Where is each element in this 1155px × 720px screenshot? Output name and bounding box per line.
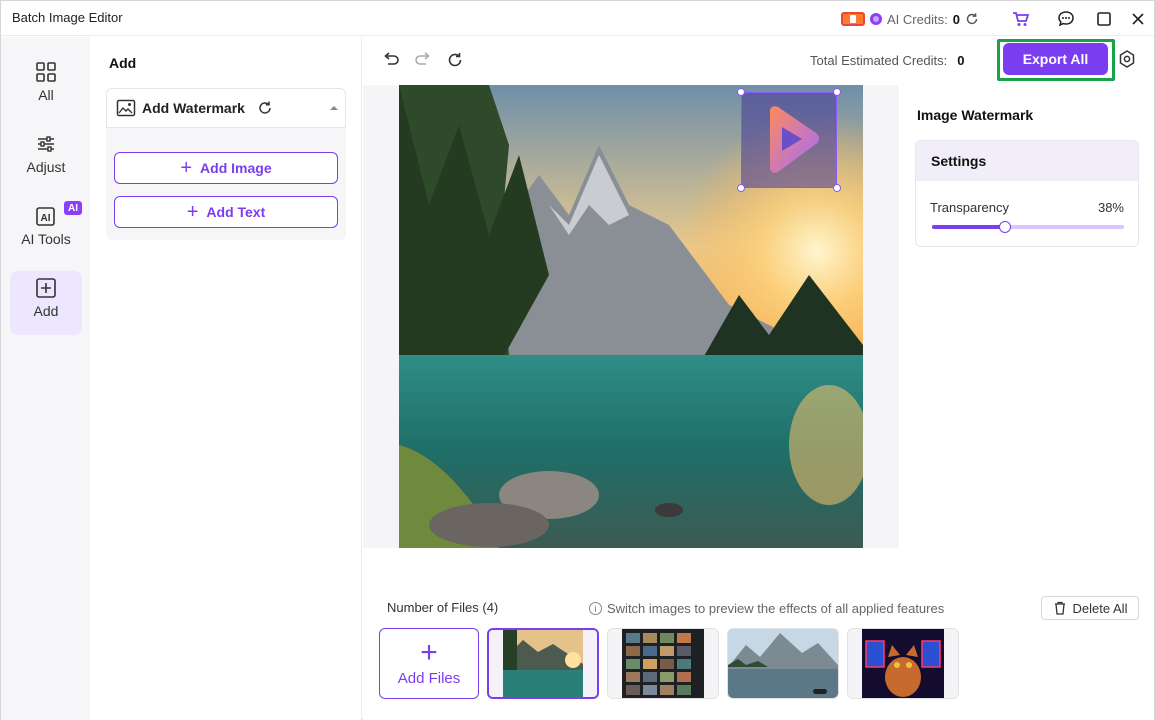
maximize-icon[interactable] — [1094, 9, 1114, 29]
redo-icon[interactable] — [412, 49, 434, 71]
add-files-button[interactable]: + Add Files — [379, 628, 479, 699]
svg-text:AI: AI — [41, 213, 51, 224]
add-square-icon — [36, 278, 56, 298]
image-preview-area — [363, 85, 899, 548]
total-estimated-credits: Total Estimated Credits: 0 — [810, 53, 965, 68]
resize-handle[interactable] — [833, 184, 841, 192]
resize-handle[interactable] — [737, 88, 745, 96]
resize-handle[interactable] — [833, 88, 841, 96]
thumbnail-image — [728, 629, 838, 698]
credits-gift-icon[interactable] — [841, 12, 865, 26]
hint-text: Switch images to preview the effects of … — [607, 601, 945, 616]
image-watermark-overlay[interactable] — [737, 88, 841, 192]
slider-fill — [932, 225, 1005, 229]
add-text-label: Add Text — [206, 204, 266, 220]
add-panel: Add Add Watermark + Add Image + Add Text — [90, 37, 362, 720]
thumbnail-image — [848, 629, 958, 698]
thumbnail-mountain-lake-scene[interactable] — [727, 628, 839, 699]
preview-image[interactable] — [399, 85, 863, 548]
nav-label: Add — [33, 303, 59, 319]
ai-credits-label: AI Credits: — [887, 11, 948, 27]
ai-badge: AI — [64, 201, 82, 215]
app-title: Batch Image Editor — [12, 10, 123, 25]
settings-panel-title: Image Watermark — [917, 107, 1034, 123]
plus-icon: + — [420, 636, 438, 669]
files-count: Number of Files (4) — [387, 600, 499, 615]
ai-credits-icon — [870, 13, 882, 25]
plus-icon: + — [186, 201, 199, 223]
nav-item-ai-tools[interactable]: AI AI AI Tools — [10, 199, 82, 263]
collapse-caret-icon[interactable] — [329, 104, 339, 112]
add-files-label: Add Files — [397, 670, 461, 687]
editor-toolbar: Total Estimated Credits: 0 Export All — [363, 37, 1154, 85]
play-logo-icon — [770, 106, 819, 173]
thumbnail-photo-grid-collage[interactable] — [607, 628, 719, 699]
cart-icon[interactable] — [1011, 9, 1031, 29]
preview-hint: i Switch images to preview the effects o… — [589, 601, 944, 616]
grid-icon — [36, 62, 56, 82]
refresh-credits-icon[interactable] — [965, 12, 979, 26]
delete-all-button[interactable]: Delete All — [1041, 596, 1139, 620]
close-icon[interactable] — [1128, 9, 1148, 29]
settings-card: Settings Transparency 38% — [915, 140, 1139, 247]
transparency-label: Transparency — [930, 200, 1009, 215]
chat-icon[interactable] — [1056, 9, 1076, 29]
nav-item-add[interactable]: Add — [10, 271, 82, 335]
reset-icon[interactable] — [257, 100, 273, 116]
image-watermark-icon — [116, 99, 136, 117]
plus-icon: + — [180, 157, 193, 179]
slider-thumb[interactable] — [998, 221, 1011, 233]
settings-gear-icon[interactable] — [1117, 49, 1137, 69]
thumbnail-image — [608, 629, 718, 698]
nav-label: AI Tools — [21, 231, 71, 247]
undo-icon[interactable] — [380, 49, 402, 71]
sliders-icon — [38, 136, 54, 152]
refresh-icon[interactable] — [444, 49, 466, 71]
settings-section-header: Settings — [916, 141, 1138, 181]
thumbnail-image — [489, 630, 597, 697]
nav-item-adjust[interactable]: Adjust — [10, 127, 82, 191]
total-credits-label: Total Estimated Credits: — [810, 53, 948, 68]
watermark-section-title: Add Watermark — [142, 100, 245, 116]
watermark-section-header[interactable]: Add Watermark — [106, 88, 346, 128]
batch-image-editor-window: Batch Image Editor AI Credits: 0 All Adj… — [0, 0, 1155, 720]
nav-item-all[interactable]: All — [10, 55, 82, 119]
watermark-settings-panel: Image Watermark Settings Transparency 38… — [899, 85, 1154, 548]
watermark-card: Add Watermark + Add Image + Add Text — [106, 88, 346, 240]
thumbnail-mountain-lake-waterfall[interactable] — [487, 628, 599, 699]
title-bar: Batch Image Editor AI Credits: 0 — [1, 1, 1154, 36]
nav-label: Adjust — [26, 159, 66, 175]
left-navigation: All Adjust AI AI AI Tools Add — [1, 37, 90, 720]
files-strip: Number of Files (4) i Switch images to p… — [363, 548, 1154, 720]
trash-icon — [1054, 601, 1065, 615]
add-image-button[interactable]: + Add Image — [114, 152, 338, 184]
add-image-label: Add Image — [200, 160, 272, 176]
transparency-slider[interactable] — [932, 221, 1124, 233]
ai-credits-value: 0 — [952, 11, 960, 27]
panel-title: Add — [109, 55, 137, 71]
thumbnail-cat-neon-screens[interactable] — [847, 628, 959, 699]
ai-credits-area[interactable]: AI Credits: 0 — [841, 10, 979, 28]
total-credits-value: 0 — [957, 53, 965, 68]
resize-handle[interactable] — [737, 184, 745, 192]
transparency-value: 38% — [1097, 200, 1124, 215]
info-icon: i — [589, 602, 602, 615]
ai-tools-icon: AI — [36, 207, 55, 226]
delete-all-label: Delete All — [1072, 600, 1128, 616]
nav-label: All — [38, 87, 54, 103]
add-text-button[interactable]: + Add Text — [114, 196, 338, 228]
export-all-button[interactable]: Export All — [1003, 43, 1108, 75]
